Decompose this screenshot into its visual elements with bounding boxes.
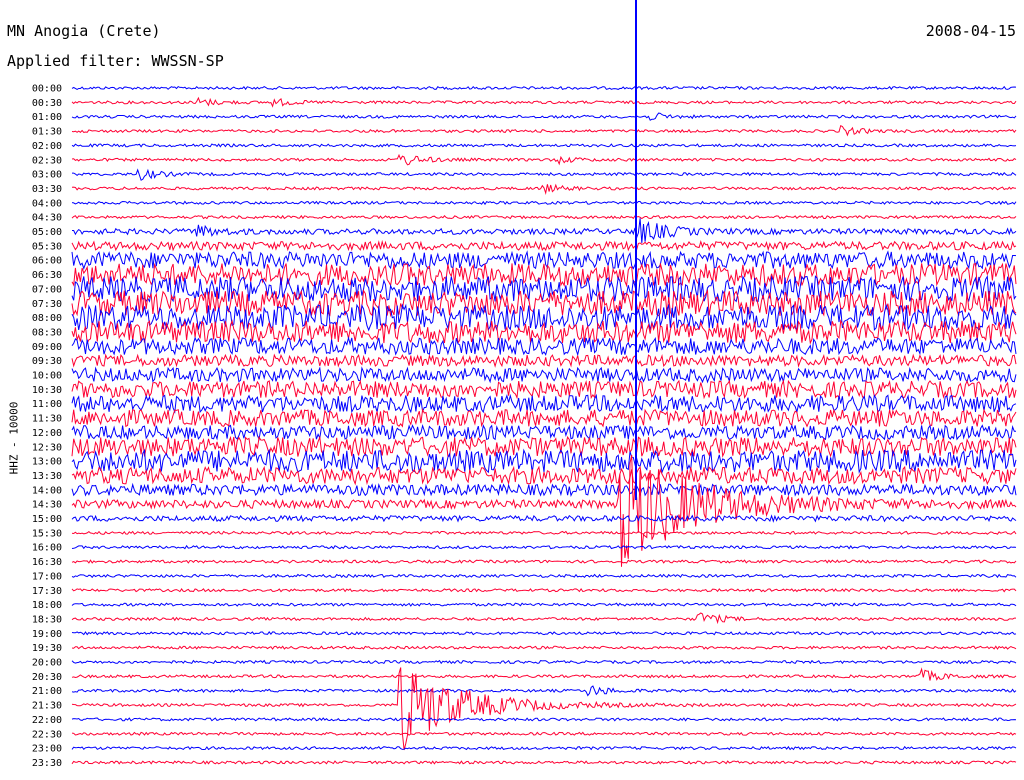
time-tick-label: 16:30	[32, 557, 62, 568]
time-tick-label: 12:00	[32, 428, 62, 439]
seismic-trace-1230	[71, 435, 1017, 458]
seismic-trace-0430	[71, 214, 1017, 220]
time-tick-label: 10:00	[32, 371, 62, 382]
time-tick-label: 17:00	[32, 571, 62, 582]
time-tick-label: 04:30	[32, 213, 62, 224]
time-tick-label: 09:00	[32, 342, 62, 353]
time-tick-label: 21:00	[32, 686, 62, 697]
time-tick-label: 01:00	[32, 112, 62, 123]
time-tick-label: 14:00	[32, 485, 62, 496]
seismic-trace-1200	[71, 424, 1016, 441]
seismic-trace-2300	[71, 745, 1017, 751]
time-tick-label: 22:00	[32, 715, 62, 726]
seismic-trace-2130	[71, 667, 1017, 751]
seismic-trace-1730	[71, 587, 1017, 593]
seismic-trace-2000	[71, 659, 1017, 665]
time-tick-label: 18:30	[32, 614, 62, 625]
time-tick-label: 08:00	[32, 313, 62, 324]
time-tick-label: 07:00	[32, 284, 62, 295]
seismic-trace-1530	[71, 530, 1017, 536]
time-tick-label: 12:30	[32, 442, 62, 453]
time-tick-label: 05:00	[32, 227, 62, 238]
time-tick-label: 00:30	[32, 98, 62, 109]
seismic-trace-0130	[71, 124, 1017, 137]
time-tick-label: 19:00	[32, 629, 62, 640]
time-tick-label: 01:30	[32, 127, 62, 138]
seismogram-plot: 00:00 00:30 01:00 01:30 02:00 02:30 03:00 03:30…	[32, 0, 1017, 769]
seismic-trace-1800	[71, 602, 1017, 607]
seismic-trace-2230	[71, 731, 1017, 736]
time-tick-label: 06:00	[32, 256, 62, 267]
time-tick-label: 23:00	[32, 744, 62, 755]
time-tick-label: 13:00	[32, 457, 62, 468]
time-tick-label: 11:00	[32, 399, 62, 410]
seismic-trace-0930	[71, 353, 1017, 368]
seismic-trace-1300	[71, 448, 1017, 475]
seismic-trace-0500	[72, 218, 1017, 243]
seismic-trace-1830	[71, 612, 1016, 625]
seismic-trace-0230	[71, 153, 1017, 166]
time-tick-label: 20:30	[32, 672, 62, 683]
time-tick-label: 14:30	[32, 500, 62, 511]
time-tick-label: 02:30	[32, 155, 62, 166]
time-tick-label: 21:30	[32, 701, 62, 712]
time-tick-label: 13:30	[32, 471, 62, 482]
seismic-trace-0900	[71, 336, 1017, 357]
time-tick-label: 17:30	[32, 586, 62, 597]
time-tick-label: 20:00	[32, 658, 62, 669]
time-tick-label: 03:30	[32, 184, 62, 195]
time-tick-label: 03:00	[32, 170, 62, 181]
time-tick-label: 11:30	[32, 414, 62, 425]
seismic-trace-2330	[71, 760, 1017, 765]
seismic-trace-1700	[71, 573, 1017, 579]
time-tick-label: 18:00	[32, 600, 62, 611]
seismic-trace-0330	[71, 183, 1017, 195]
seismic-trace-1600	[71, 544, 1017, 550]
seismic-trace-0000	[71, 85, 1017, 91]
seismic-trace-0400	[71, 200, 1017, 206]
seismic-trace-0200	[71, 143, 1017, 148]
time-tick-label: 05:30	[32, 241, 62, 252]
time-tick-label: 19:30	[32, 643, 62, 654]
seismic-trace-1930	[71, 645, 1017, 650]
time-tick-label: 15:00	[32, 514, 62, 525]
seismic-trace-0530	[71, 239, 1017, 252]
seismic-trace-2030	[71, 667, 1017, 681]
time-tick-label: 07:30	[32, 299, 62, 310]
time-tick-label: 02:00	[32, 141, 62, 152]
time-tick-label: 22:30	[32, 729, 62, 740]
helicorder-figure: MN Anogia (Crete) 2008-04-15 Applied fil…	[0, 0, 1024, 780]
time-tick-label: 16:00	[32, 543, 62, 554]
seismic-trace-0300	[72, 168, 1017, 181]
seismic-trace-1900	[71, 631, 1017, 636]
seismic-trace-1500	[71, 514, 1017, 523]
seismic-trace-1630	[71, 559, 1017, 564]
time-tick-label: 23:30	[32, 758, 62, 769]
seismic-trace-1100	[71, 393, 1017, 414]
seismic-trace-1000	[71, 366, 1017, 384]
time-tick-label: 00:00	[32, 84, 62, 95]
time-tick-label: 15:30	[32, 528, 62, 539]
time-tick-label: 10:30	[32, 385, 62, 396]
seismic-trace-2200	[71, 717, 1017, 722]
seismic-trace-1400	[71, 482, 1017, 497]
seismic-trace-2100	[71, 685, 1017, 697]
time-tick-label: 09:30	[32, 356, 62, 367]
time-tick-label: 04:00	[32, 198, 62, 209]
seismic-trace-1130	[71, 408, 1017, 428]
time-tick-label: 06:30	[32, 270, 62, 281]
seismic-trace-0700	[71, 274, 1017, 303]
seismic-trace-0100	[71, 112, 1017, 121]
time-tick-label: 08:30	[32, 327, 62, 338]
seismic-trace-0030	[71, 96, 1017, 108]
